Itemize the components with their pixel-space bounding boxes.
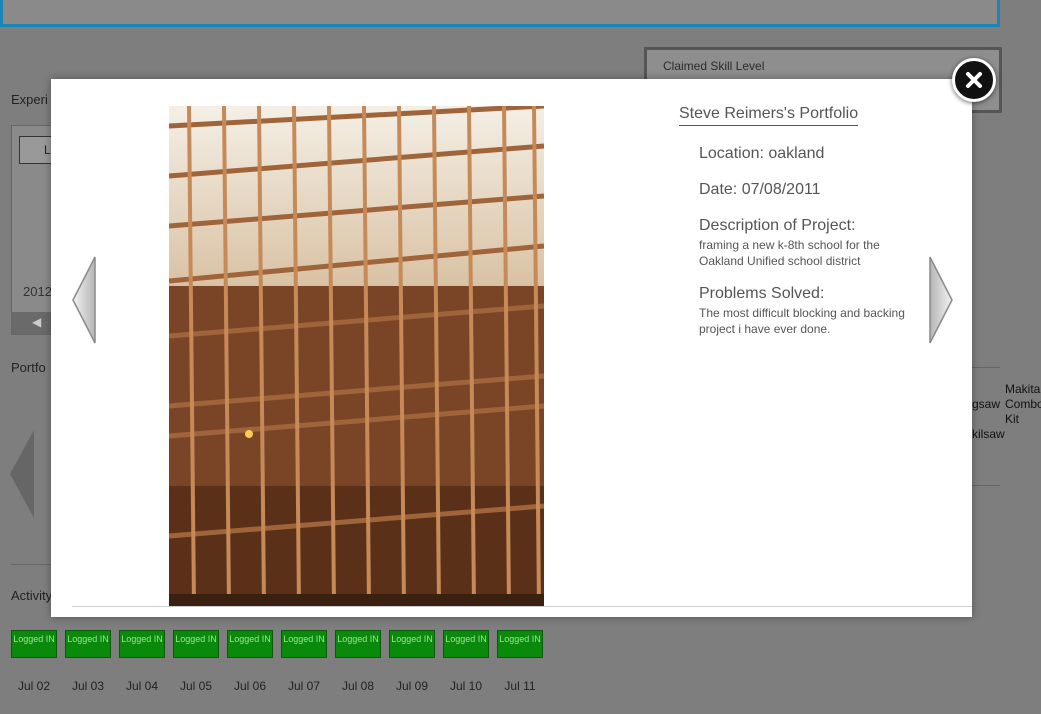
activity-date: Jul 08 xyxy=(341,679,375,693)
activity-badge: Logged IN xyxy=(119,630,165,658)
timeline-scrollbar[interactable]: ◀ xyxy=(11,312,53,334)
divider xyxy=(11,564,51,565)
experience-button-label: L xyxy=(44,143,51,157)
activity-heading: Activity xyxy=(11,588,53,603)
activity-badge: Logged IN xyxy=(11,630,57,658)
scroll-left-icon[interactable]: ◀ xyxy=(32,315,41,329)
activity-date: Jul 07 xyxy=(287,679,321,693)
portfolio-prev-icon[interactable] xyxy=(10,430,34,518)
activity-badge: Logged IN xyxy=(227,630,273,658)
experience-button[interactable]: L xyxy=(19,136,55,164)
activity-badge: Logged IN xyxy=(443,630,489,658)
activity-date: Jul 02 xyxy=(17,679,51,693)
activity-date: Jul 09 xyxy=(395,679,429,693)
portfolio-lightbox: Steve Reimers's Portfolio Location: oakl… xyxy=(51,79,972,617)
arrow-left-icon[interactable] xyxy=(71,255,97,345)
tool-item[interactable]: gsaw xyxy=(972,397,1000,412)
activity-badge: Logged IN xyxy=(389,630,435,658)
portfolio-owner-link[interactable]: Steve Reimers's Portfolio xyxy=(679,105,859,126)
problems-text: The most difficult blocking and backing … xyxy=(699,306,905,336)
timeline-year: 2012 xyxy=(23,284,52,299)
activity-date: Jul 03 xyxy=(71,679,105,693)
activity-date: Jul 05 xyxy=(179,679,213,693)
location-text: Location: oakland xyxy=(699,145,825,162)
activity-date: Jul 06 xyxy=(233,679,267,693)
close-button[interactable] xyxy=(952,58,996,102)
activity-date: Jul 04 xyxy=(125,679,159,693)
activity-badge: Logged IN xyxy=(173,630,219,658)
date-text: Date: 07/08/2011 xyxy=(699,181,821,198)
activity-badge: Logged IN xyxy=(335,630,381,658)
arrow-right-icon[interactable] xyxy=(928,255,954,345)
description-text: framing a new k-8th school for the Oakla… xyxy=(699,238,880,268)
claimed-skill-label: Claimed Skill Level xyxy=(663,59,765,73)
activity-date: Jul 10 xyxy=(449,679,483,693)
portfolio-heading: Portfo xyxy=(11,360,46,375)
experience-heading: Experi xyxy=(11,92,48,107)
portfolio-photo xyxy=(169,106,544,606)
next-image-button[interactable] xyxy=(928,255,954,345)
close-icon[interactable] xyxy=(960,66,988,94)
top-banner xyxy=(0,0,1000,27)
activity-badge: Logged IN xyxy=(497,630,543,658)
tool-item[interactable]: Makita Combo Kit xyxy=(1005,382,1041,427)
activity-badge: Logged IN xyxy=(65,630,111,658)
framing-photo-image xyxy=(169,106,544,606)
prev-image-button[interactable] xyxy=(71,255,97,345)
tool-item[interactable]: kilsaw xyxy=(972,427,1005,442)
description-heading: Description of Project: xyxy=(699,217,856,234)
activity-badge: Logged IN xyxy=(281,630,327,658)
problems-heading: Problems Solved: xyxy=(699,285,825,302)
activity-date: Jul 11 xyxy=(504,679,536,693)
modal-divider xyxy=(72,606,972,607)
